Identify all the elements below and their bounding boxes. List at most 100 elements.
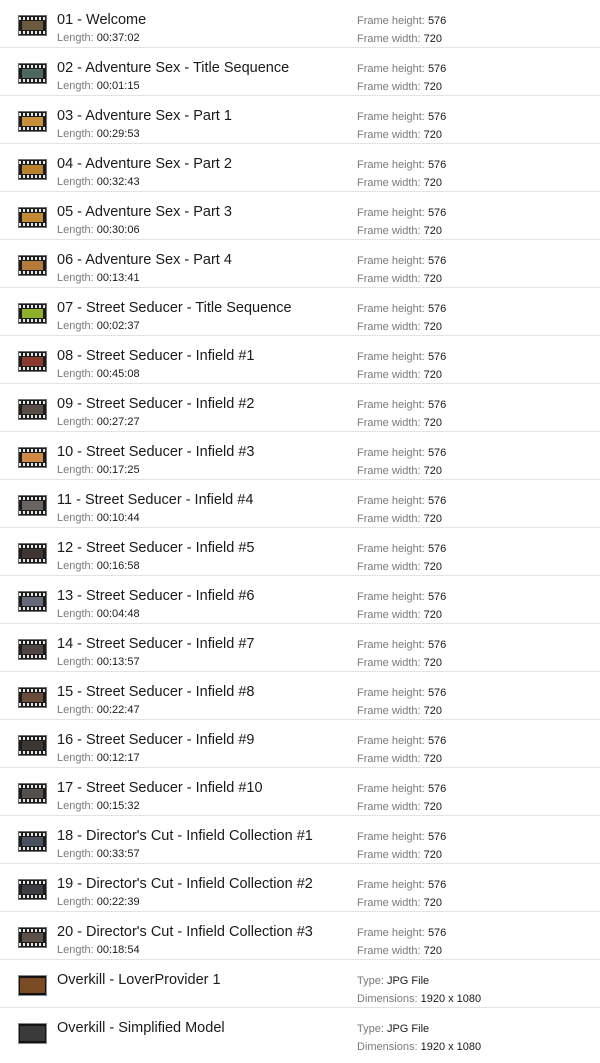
thumbnail-frame	[22, 693, 43, 702]
frame-height-detail: Frame height: 576	[357, 878, 446, 892]
file-name: 05 - Adventure Sex - Part 3	[57, 204, 232, 220]
file-row[interactable]: 13 - Street Seducer - Infield #6 Length: …	[0, 576, 600, 624]
frame-width-label: Frame width:	[357, 369, 421, 381]
frame-width-value: 720	[423, 321, 442, 333]
image-thumbnail-icon	[18, 975, 47, 996]
frame-width-label: Frame width:	[357, 81, 421, 93]
length-detail: Length: 00:45:08	[57, 367, 140, 381]
length-value: 00:22:47	[96, 704, 140, 716]
file-name: 07 - Street Seducer - Title Sequence	[57, 300, 292, 316]
frame-height-detail: Frame height: 576	[357, 926, 446, 940]
dimensions-label: Dimensions:	[357, 993, 418, 1005]
length-label: Length:	[57, 320, 94, 332]
file-row[interactable]: 05 - Adventure Sex - Part 3 Length: 00:30…	[0, 192, 600, 240]
frame-width-label: Frame width:	[357, 609, 421, 621]
file-row[interactable]: 03 - Adventure Sex - Part 1 Length: 00:29…	[0, 96, 600, 144]
thumbnail-frame	[22, 837, 43, 846]
frame-width-value: 720	[423, 849, 442, 861]
file-row[interactable]: 20 - Director's Cut - Infield Collection…	[0, 912, 600, 960]
video-thumbnail-icon	[18, 927, 47, 948]
frame-width-label: Frame width:	[357, 897, 421, 909]
frame-width-label: Frame width:	[357, 705, 421, 717]
file-row[interactable]: 19 - Director's Cut - Infield Collection…	[0, 864, 600, 912]
length-label: Length:	[57, 80, 94, 92]
frame-height-label: Frame height:	[357, 927, 425, 939]
frame-height-detail: Frame height: 576	[357, 638, 446, 652]
frame-height-detail: Frame height: 576	[357, 206, 446, 220]
file-row[interactable]: 07 - Street Seducer - Title Sequence Leng…	[0, 288, 600, 336]
frame-width-label: Frame width:	[357, 561, 421, 573]
frame-width-detail: Frame width: 720	[357, 704, 442, 718]
frame-width-value: 720	[423, 225, 442, 237]
file-row[interactable]: 06 - Adventure Sex - Part 4 Length: 00:13…	[0, 240, 600, 288]
file-row[interactable]: 04 - Adventure Sex - Part 2 Length: 00:32…	[0, 144, 600, 192]
length-detail: Length: 00:22:47	[57, 703, 140, 717]
file-row[interactable]: 16 - Street Seducer - Infield #9 Length: …	[0, 720, 600, 768]
length-detail: Length: 00:17:25	[57, 463, 140, 477]
length-detail: Length: 00:04:48	[57, 607, 140, 621]
thumbnail-frame	[22, 549, 43, 558]
length-value: 00:10:44	[96, 512, 140, 524]
thumbnail-frame	[22, 357, 43, 366]
thumbnail-frame	[22, 165, 43, 174]
length-detail: Length: 00:01:15	[57, 79, 140, 93]
file-row[interactable]: 15 - Street Seducer - Infield #8 Length: …	[0, 672, 600, 720]
video-thumbnail-icon	[18, 735, 47, 756]
frame-width-detail: Frame width: 720	[357, 512, 442, 526]
file-name: 13 - Street Seducer - Infield #6	[57, 588, 255, 604]
length-value: 00:13:41	[96, 272, 140, 284]
frame-width-detail: Frame width: 720	[357, 608, 442, 622]
file-name: 19 - Director's Cut - Infield Collection…	[57, 876, 313, 892]
thumbnail-frame	[22, 117, 43, 126]
dimensions-detail: Dimensions: 1920 x 1080	[357, 992, 481, 1006]
file-row[interactable]: 11 - Street Seducer - Infield #4 Length: …	[0, 480, 600, 528]
frame-width-label: Frame width:	[357, 417, 421, 429]
file-row[interactable]: 18 - Director's Cut - Infield Collection…	[0, 816, 600, 864]
frame-width-value: 720	[423, 177, 442, 189]
frame-height-label: Frame height:	[357, 15, 425, 27]
thumbnail-frame	[20, 978, 45, 993]
file-row[interactable]: Overkill - Simplified Model Type: JPG Fil…	[0, 1008, 600, 1056]
file-row[interactable]: 12 - Street Seducer - Infield #5 Length: …	[0, 528, 600, 576]
file-row[interactable]: 10 - Street Seducer - Infield #3 Length: …	[0, 432, 600, 480]
file-row[interactable]: Overkill - LoverProvider 1 Type: JPG File…	[0, 960, 600, 1008]
frame-height-label: Frame height:	[357, 495, 425, 507]
file-row[interactable]: 02 - Adventure Sex - Title Sequence Lengt…	[0, 48, 600, 96]
type-label: Type:	[357, 975, 384, 987]
thumbnail-frame	[22, 933, 43, 942]
type-value: JPG File	[386, 1023, 430, 1035]
file-name: 03 - Adventure Sex - Part 1	[57, 108, 232, 124]
length-label: Length:	[57, 752, 94, 764]
video-thumbnail-icon	[18, 591, 47, 612]
frame-height-value: 576	[427, 687, 447, 699]
file-row[interactable]: 14 - Street Seducer - Infield #7 Length: …	[0, 624, 600, 672]
frame-width-label: Frame width:	[357, 657, 421, 669]
frame-height-value: 576	[427, 831, 447, 843]
thumbnail-frame	[22, 645, 43, 654]
file-row[interactable]: 08 - Street Seducer - Infield #1 Length: …	[0, 336, 600, 384]
file-row[interactable]: 01 - Welcome Length: 00:37:02 Frame height…	[0, 0, 600, 48]
video-thumbnail-icon	[18, 879, 47, 900]
file-row[interactable]: 17 - Street Seducer - Infield #10 Length:…	[0, 768, 600, 816]
frame-height-detail: Frame height: 576	[357, 158, 446, 172]
file-name: 10 - Street Seducer - Infield #3	[57, 444, 255, 460]
frame-width-value: 720	[423, 273, 442, 285]
thumbnail-frame	[22, 501, 43, 510]
length-label: Length:	[57, 896, 94, 908]
frame-height-detail: Frame height: 576	[357, 686, 446, 700]
length-label: Length:	[57, 944, 94, 956]
frame-width-value: 720	[423, 561, 442, 573]
frame-height-detail: Frame height: 576	[357, 590, 446, 604]
file-name: 14 - Street Seducer - Infield #7	[57, 636, 255, 652]
length-label: Length:	[57, 464, 94, 476]
video-thumbnail-icon	[18, 303, 47, 324]
frame-height-label: Frame height:	[357, 207, 425, 219]
frame-width-value: 720	[423, 417, 442, 429]
length-value: 00:18:54	[96, 944, 140, 956]
frame-height-detail: Frame height: 576	[357, 782, 446, 796]
length-detail: Length: 00:10:44	[57, 511, 140, 525]
file-row[interactable]: 09 - Street Seducer - Infield #2 Length: …	[0, 384, 600, 432]
length-detail: Length: 00:13:57	[57, 655, 140, 669]
frame-width-label: Frame width:	[357, 513, 421, 525]
video-thumbnail-icon	[18, 255, 47, 276]
